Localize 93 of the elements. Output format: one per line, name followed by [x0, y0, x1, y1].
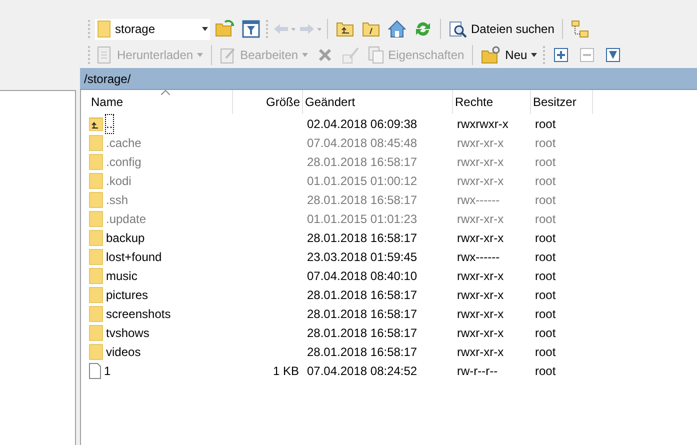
permissions: rwxr-xr-x: [457, 172, 504, 190]
file-name[interactable]: music: [106, 266, 138, 284]
modified-date: 07.04.2018 08:24:52: [307, 362, 418, 380]
permissions: rwx------: [457, 192, 500, 208]
folder-icon: [97, 20, 111, 38]
owner: root: [535, 192, 556, 208]
owner: root: [535, 172, 556, 190]
path-combo[interactable]: storage: [95, 18, 210, 40]
owner: root: [535, 116, 556, 132]
document-icon: [97, 46, 113, 64]
permissions: rwxr-xr-x: [457, 268, 504, 284]
column-header[interactable]: Name: [89, 90, 233, 114]
modified-date: 07.04.2018 08:45:48: [307, 134, 418, 152]
folder-icon: [89, 268, 103, 284]
file-name[interactable]: tvshows: [106, 324, 150, 342]
search-files-button[interactable]: Dateien suchen: [447, 18, 556, 40]
folder-icon: [89, 134, 103, 150]
permissions: rwxr-xr-x: [457, 154, 504, 170]
folder-icon: [89, 344, 103, 360]
pencil-document-icon: [220, 46, 236, 64]
path-text: /storage/: [84, 70, 131, 88]
file-icon: [89, 362, 101, 378]
caret-icon: [531, 53, 538, 57]
modified-date: 07.04.2018 08:40:10: [307, 268, 418, 284]
owner: root: [535, 134, 556, 152]
file-name[interactable]: ..: [106, 114, 113, 132]
permissions: rw-r--r--: [457, 362, 498, 380]
permissions: rwxr-xr-x: [457, 324, 504, 342]
file-name[interactable]: videos: [106, 342, 141, 360]
new-button[interactable]: Neu: [479, 44, 540, 66]
owner: root: [535, 286, 556, 304]
folder-icon: [89, 230, 103, 246]
folder-icon: [89, 192, 103, 208]
folder-icon: [89, 154, 103, 170]
permissions: rwxr-xr-x: [457, 210, 504, 228]
file-name[interactable]: .ssh: [106, 190, 128, 208]
file-name[interactable]: backup: [106, 228, 145, 246]
owner: root: [535, 362, 556, 380]
folder-icon: [89, 210, 103, 226]
owner: root: [535, 268, 556, 284]
modified-date: 02.04.2018 06:09:38: [307, 116, 418, 132]
filter-icon[interactable]: [240, 18, 262, 40]
folder-icon: [89, 172, 103, 188]
search-icon: [449, 20, 467, 38]
permissions: rwxr-xr-x: [457, 344, 504, 360]
column-header[interactable]: Rechte: [453, 90, 531, 114]
file-name[interactable]: 1: [104, 362, 111, 380]
home-icon[interactable]: [386, 18, 408, 40]
folder-icon: [89, 324, 103, 340]
new-folder-icon: [481, 46, 502, 64]
permissions: rwxr-xr-x: [457, 286, 504, 304]
owner: root: [535, 306, 556, 322]
modified-date: 28.01.2018 16:58:17: [307, 286, 418, 304]
modified-date: 01.01.2015 01:01:23: [307, 210, 418, 228]
modified-date: 28.01.2018 16:58:17: [307, 324, 418, 342]
modified-date: 28.01.2018 16:58:17: [307, 192, 418, 208]
owner: root: [535, 210, 556, 228]
file-name[interactable]: pictures: [106, 286, 148, 304]
permissions: rwxr-xr-x: [457, 306, 504, 322]
caret-icon: [302, 53, 308, 57]
permissions: rwxrwxr-x: [457, 116, 508, 132]
folder-icon: [89, 286, 103, 302]
column-header[interactable]: Größe: [233, 90, 303, 114]
file-name[interactable]: screenshots: [106, 304, 171, 322]
folder-icon: [89, 248, 103, 264]
file-size: 1 KB: [272, 362, 299, 380]
column-header[interactable]: Geändert: [303, 90, 453, 114]
folder-tree-icon[interactable]: [569, 18, 592, 40]
file-name[interactable]: .update: [106, 210, 146, 228]
column-header[interactable]: Besitzer: [531, 90, 593, 114]
owner: root: [535, 248, 556, 266]
modified-date: 01.01.2015 01:00:12: [307, 172, 418, 190]
parent-folder-icon: [89, 116, 103, 130]
modified-date: 28.01.2018 16:58:17: [307, 344, 418, 360]
file-name[interactable]: .config: [106, 152, 142, 170]
modified-date: 28.01.2018 16:58:17: [307, 154, 418, 170]
owner: root: [535, 344, 556, 360]
dropdown-arrow-icon: [202, 27, 208, 31]
owner: root: [535, 230, 556, 246]
permissions: rwxr-xr-x: [457, 134, 504, 152]
permissions: rwx------: [457, 248, 500, 266]
folder-icon: [89, 306, 103, 322]
owner: root: [535, 324, 556, 342]
owner: root: [535, 154, 556, 170]
file-name[interactable]: .cache: [106, 134, 142, 152]
file-name[interactable]: .kodi: [106, 172, 132, 190]
modified-date: 23.03.2018 01:59:45: [307, 248, 418, 266]
modified-date: 28.01.2018 16:58:17: [307, 230, 418, 246]
permissions: rwxr-xr-x: [457, 230, 504, 246]
caret-icon: [197, 53, 204, 57]
documents-icon: [368, 46, 384, 64]
modified-date: 28.01.2018 16:58:17: [307, 306, 418, 322]
file-name[interactable]: lost+found: [106, 248, 162, 266]
